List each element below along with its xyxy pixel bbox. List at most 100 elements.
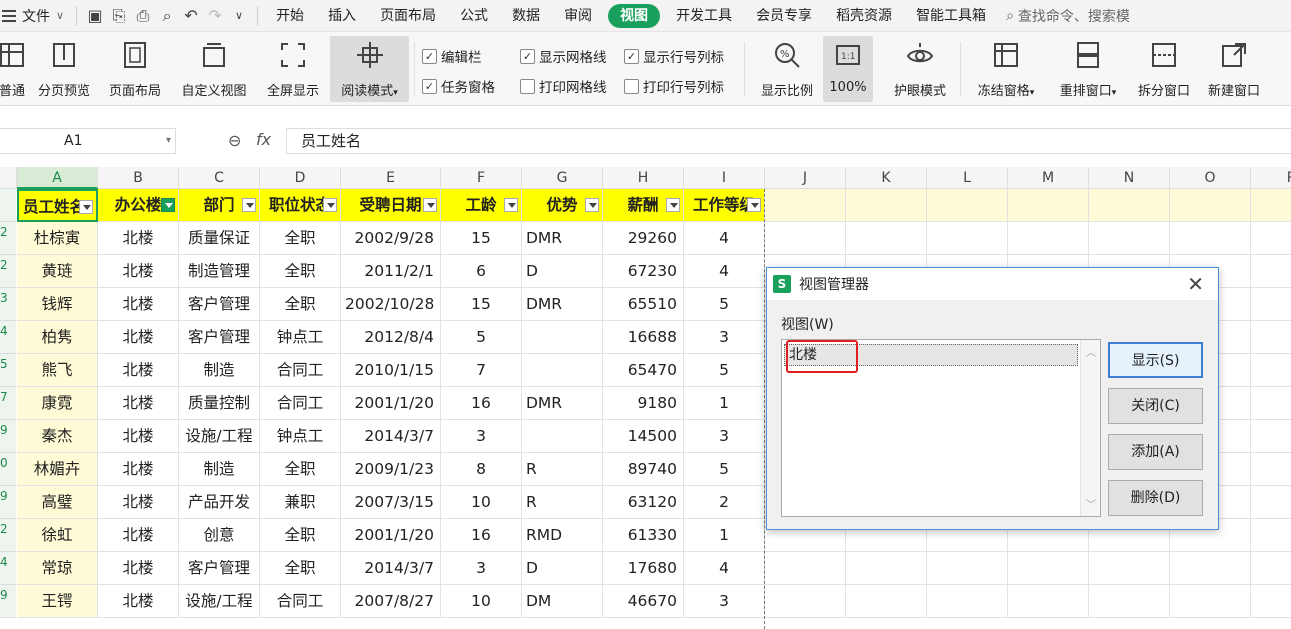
column-header[interactable]: H: [603, 167, 684, 189]
row-header[interactable]: 3: [0, 288, 16, 321]
table-cell[interactable]: 9180: [603, 387, 684, 420]
table-cell[interactable]: R: [522, 486, 603, 519]
table-cell[interactable]: 合同工: [260, 354, 341, 387]
file-menu[interactable]: 文件 ∨: [0, 0, 70, 32]
arrange-windows-button[interactable]: 重排窗口▾: [1050, 36, 1126, 102]
table-cell[interactable]: 16688: [603, 321, 684, 354]
table-cell[interactable]: 2012/8/4: [341, 321, 441, 354]
close-icon[interactable]: ✕: [1187, 272, 1204, 296]
header-cell[interactable]: 薪酬: [603, 189, 684, 222]
empty-cell[interactable]: [1251, 453, 1291, 486]
table-cell[interactable]: D: [522, 255, 603, 288]
header-cell[interactable]: 办公楼: [98, 189, 179, 222]
zoom-search-icon[interactable]: ⊖: [228, 131, 241, 150]
zoom-100-button[interactable]: 1:1 100%: [823, 36, 873, 102]
empty-cell[interactable]: [1008, 189, 1089, 222]
table-cell[interactable]: 15: [441, 288, 522, 321]
reading-mode-button[interactable]: 阅读模式▾: [330, 36, 409, 102]
table-cell[interactable]: 61330: [603, 519, 684, 552]
full-screen-button[interactable]: 全屏显示: [261, 36, 325, 102]
select-all-corner[interactable]: [0, 167, 17, 189]
header-cell[interactable]: 部门: [179, 189, 260, 222]
customize-chevron-icon[interactable]: ∨: [227, 4, 251, 28]
empty-cell[interactable]: [1170, 189, 1251, 222]
table-cell[interactable]: 2002/9/28: [341, 222, 441, 255]
table-cell[interactable]: 合同工: [260, 585, 341, 618]
row-header[interactable]: 9: [0, 585, 16, 618]
table-cell[interactable]: 康霓: [17, 387, 98, 420]
table-cell[interactable]: 北楼: [98, 486, 179, 519]
table-cell[interactable]: 全职: [260, 552, 341, 585]
table-cell[interactable]: 钱辉: [17, 288, 98, 321]
empty-cell[interactable]: [1089, 222, 1170, 255]
table-cell[interactable]: 质量保证: [179, 222, 260, 255]
redo-icon[interactable]: ↷: [203, 4, 227, 28]
empty-cell[interactable]: [1089, 585, 1170, 618]
table-cell[interactable]: 徐虹: [17, 519, 98, 552]
print-icon[interactable]: ⎙: [131, 4, 155, 28]
header-cell[interactable]: 受聘日期: [341, 189, 441, 222]
empty-cell[interactable]: [1008, 585, 1089, 618]
empty-cell[interactable]: [1008, 222, 1089, 255]
column-header[interactable]: A: [17, 167, 98, 189]
table-cell[interactable]: 北楼: [98, 288, 179, 321]
column-header[interactable]: C: [179, 167, 260, 189]
table-cell[interactable]: 17680: [603, 552, 684, 585]
table-cell[interactable]: 北楼: [98, 585, 179, 618]
table-cell[interactable]: 2010/1/15: [341, 354, 441, 387]
column-header[interactable]: J: [765, 167, 846, 189]
table-cell[interactable]: 制造: [179, 453, 260, 486]
tab-3[interactable]: 公式: [448, 0, 500, 32]
table-cell[interactable]: 14500: [603, 420, 684, 453]
empty-cell[interactable]: [846, 585, 927, 618]
tab-8[interactable]: 会员专享: [744, 0, 824, 32]
table-cell[interactable]: 4: [684, 552, 765, 585]
empty-cell[interactable]: [1170, 552, 1251, 585]
empty-cell[interactable]: [1251, 222, 1291, 255]
table-cell[interactable]: 产品开发: [179, 486, 260, 519]
views-listbox[interactable]: 北楼 ︿ ﹀: [781, 339, 1101, 517]
filter-dropdown-icon[interactable]: [747, 198, 761, 212]
row-header[interactable]: 4: [0, 321, 16, 354]
table-cell[interactable]: RMD: [522, 519, 603, 552]
empty-cell[interactable]: [846, 222, 927, 255]
table-cell[interactable]: 5: [684, 453, 765, 486]
search-command[interactable]: ⌕ 查找命令、搜索模: [1006, 6, 1130, 26]
row-header[interactable]: 2: [0, 255, 16, 288]
table-cell[interactable]: 客户管理: [179, 552, 260, 585]
show-button[interactable]: 显示(S): [1108, 342, 1203, 378]
table-cell[interactable]: 钟点工: [260, 321, 341, 354]
table-cell[interactable]: 北楼: [98, 387, 179, 420]
table-cell[interactable]: DMR: [522, 387, 603, 420]
empty-cell[interactable]: [1170, 585, 1251, 618]
empty-cell[interactable]: [1251, 552, 1291, 585]
zoom-button[interactable]: % 显示比例: [754, 36, 820, 102]
add-button[interactable]: 添加(A): [1108, 434, 1203, 470]
tab-10[interactable]: 智能工具箱: [904, 0, 998, 32]
table-cell[interactable]: 2011/2/1: [341, 255, 441, 288]
tab-4[interactable]: 数据: [500, 0, 552, 32]
filter-dropdown-icon[interactable]: [504, 198, 518, 212]
header-cell[interactable]: 工作等级: [684, 189, 765, 222]
custom-view-button[interactable]: 自定义视图: [175, 36, 253, 102]
row-header[interactable]: 5: [0, 354, 16, 387]
table-cell[interactable]: 15: [441, 222, 522, 255]
normal-view-button[interactable]: 普通: [0, 36, 30, 102]
filter-dropdown-icon[interactable]: [423, 198, 437, 212]
table-cell[interactable]: 北楼: [98, 552, 179, 585]
table-cell[interactable]: 北楼: [98, 453, 179, 486]
table-cell[interactable]: 4: [684, 255, 765, 288]
row-header[interactable]: 0: [0, 453, 16, 486]
table-cell[interactable]: 黄琏: [17, 255, 98, 288]
table-cell[interactable]: 创意: [179, 519, 260, 552]
table-cell[interactable]: 3: [441, 420, 522, 453]
empty-cell[interactable]: [1251, 288, 1291, 321]
row-header[interactable]: [0, 189, 16, 222]
name-box[interactable]: A1 ▾: [0, 128, 176, 154]
table-cell[interactable]: 89740: [603, 453, 684, 486]
column-header[interactable]: M: [1008, 167, 1089, 189]
row-header[interactable]: 4: [0, 552, 16, 585]
delete-button[interactable]: 删除(D): [1108, 480, 1203, 516]
filter-dropdown-icon[interactable]: [585, 198, 599, 212]
column-header[interactable]: N: [1089, 167, 1170, 189]
